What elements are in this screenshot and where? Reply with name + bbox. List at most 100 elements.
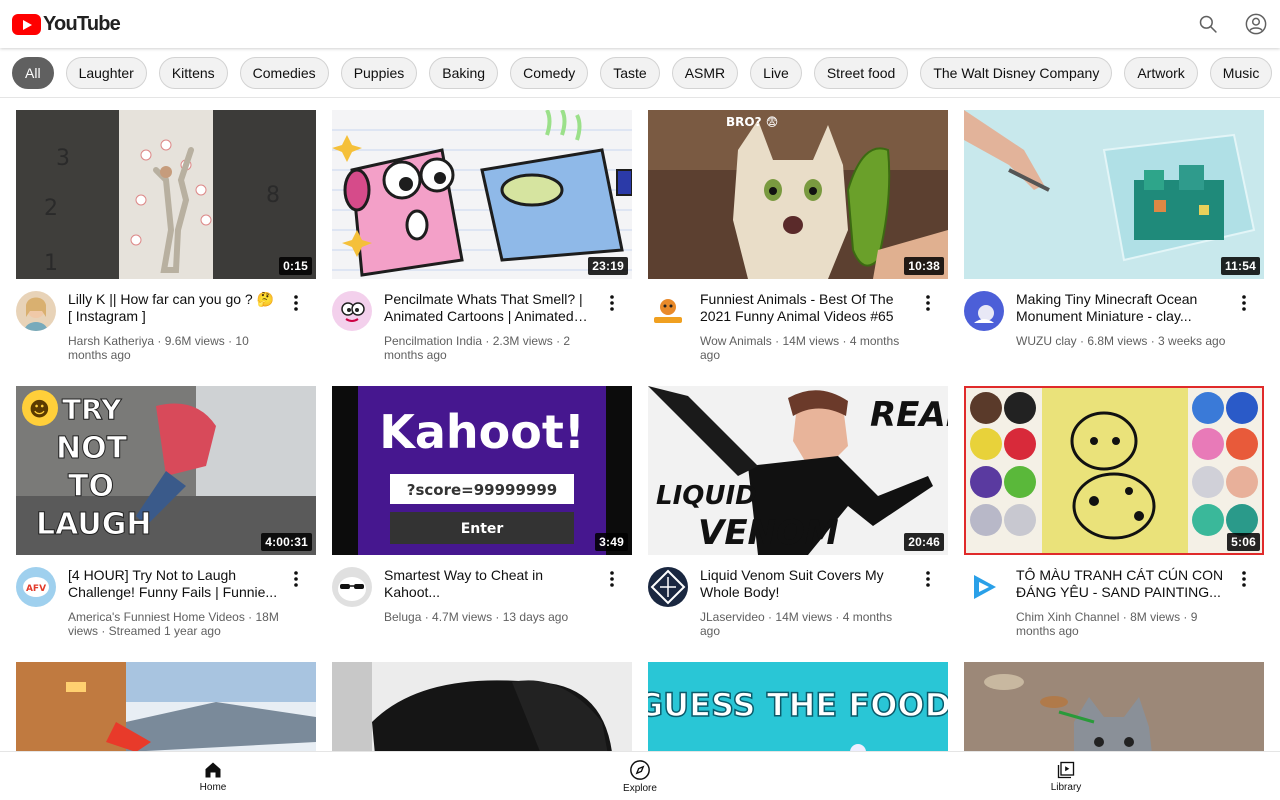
nav-label: Explore xyxy=(623,783,657,794)
video-stats: 6.8M views · 3 weeks ago xyxy=(1087,334,1226,348)
video-card[interactable]: 23:19 Pencilmate Whats That Smell? | Ani… xyxy=(332,110,632,362)
youtube-logo[interactable]: YouTube xyxy=(12,13,121,36)
video-menu-button[interactable] xyxy=(286,291,306,315)
video-thumbnail[interactable]: ☻ TRY NOT TO LAUGH 4:00:31 xyxy=(16,386,316,555)
video-thumbnail[interactable]: 3 2 1 8 0:15 xyxy=(16,110,316,279)
channel-name[interactable]: Chim Xinh Channel xyxy=(1016,610,1119,624)
video-card[interactable]: BRO? 😨 10:38 Funniest Animals - Best Of … xyxy=(648,110,948,362)
video-title[interactable]: Liquid Venom Suit Covers My Whole Body! xyxy=(700,567,912,601)
search-button[interactable] xyxy=(1196,12,1220,36)
video-card[interactable]: REAL LIQUID VENOM 20:46 Liquid Venom Sui… xyxy=(648,386,948,638)
video-title[interactable]: [4 HOUR] Try Not to Laugh Challenge! Fun… xyxy=(68,567,280,601)
channel-name[interactable]: America's Funniest Home Videos xyxy=(68,610,245,624)
thumb-text: LIQUID xyxy=(656,481,757,511)
svg-text:3: 3 xyxy=(56,146,70,171)
channel-avatar[interactable] xyxy=(964,567,1004,607)
video-thumbnail[interactable]: 5:06 xyxy=(964,386,1264,555)
channel-name[interactable]: Pencilmation India xyxy=(384,334,482,348)
video-thumbnail[interactable]: Kahoot! ?score=99999999 Enter 3:49 xyxy=(332,386,632,555)
video-card[interactable]: Kahoot! ?score=99999999 Enter 3:49 Smart… xyxy=(332,386,632,635)
chip-artwork[interactable]: Artwork xyxy=(1124,57,1198,89)
video-title[interactable]: Pencilmate Whats That Smell? | Animated … xyxy=(384,291,596,325)
nav-library[interactable]: Library xyxy=(1006,752,1126,800)
channel-name[interactable]: Beluga xyxy=(384,610,421,624)
video-metadata: Chim Xinh Channel · 8M views · 9 months … xyxy=(1016,610,1198,638)
video-duration: 3:49 xyxy=(595,533,628,551)
channel-avatar[interactable] xyxy=(332,291,372,331)
video-metadata: WUZU clay · 6.8M views · 3 weeks ago xyxy=(1016,334,1226,348)
chip-walt-disney[interactable]: The Walt Disney Company xyxy=(920,57,1113,89)
video-title[interactable]: TÔ MÀU TRANH CÁT CÚN CON ĐÁNG YÊU - SAND… xyxy=(1016,567,1228,601)
video-menu-button[interactable] xyxy=(286,567,306,591)
more-vert-icon xyxy=(1242,571,1246,587)
compass-icon xyxy=(630,760,650,780)
channel-name[interactable]: Wow Animals xyxy=(700,334,772,348)
video-duration: 5:06 xyxy=(1227,533,1260,551)
video-metadata: Harsh Katheriya · 9.6M views · 10 months… xyxy=(68,334,249,362)
video-menu-button[interactable] xyxy=(602,567,622,591)
chip-kittens[interactable]: Kittens xyxy=(158,57,228,89)
chip-live[interactable]: Live xyxy=(750,57,802,89)
channel-name[interactable]: Harsh Katheriya xyxy=(68,334,154,348)
account-button[interactable] xyxy=(1244,12,1268,36)
chip-comedy[interactable]: Comedy xyxy=(510,57,589,89)
chip-taste[interactable]: Taste xyxy=(600,57,660,89)
chip-asmr[interactable]: ASMR xyxy=(671,57,739,89)
video-card[interactable]: 3 2 1 8 0:15 Lilly K || How far can you … xyxy=(16,110,316,362)
video-title[interactable]: Smartest Way to Cheat in Kahoot... xyxy=(384,567,596,601)
channel-name[interactable]: WUZU clay xyxy=(1016,334,1077,348)
chip-comedies[interactable]: Comedies xyxy=(239,57,329,89)
video-thumbnail[interactable]: REAL LIQUID VENOM 20:46 xyxy=(648,386,948,555)
svg-text:☻: ☻ xyxy=(29,397,50,421)
video-menu-button[interactable] xyxy=(602,291,622,315)
video-duration: 10:38 xyxy=(904,257,944,275)
top-app-bar: YouTube xyxy=(0,0,1280,48)
video-menu-button[interactable] xyxy=(1234,291,1254,315)
video-thumbnail[interactable]: BRO? 😨 10:38 xyxy=(648,110,948,279)
video-thumbnail[interactable]: 23:19 xyxy=(332,110,632,279)
more-vert-icon xyxy=(294,295,298,311)
channel-avatar[interactable] xyxy=(332,567,372,607)
nav-label: Library xyxy=(1050,782,1082,793)
video-metadata: Beluga · 4.7M views · 13 days ago xyxy=(384,610,569,624)
channel-name[interactable]: JLaservideo xyxy=(700,610,765,624)
channel-avatar[interactable] xyxy=(648,567,688,607)
more-vert-icon xyxy=(610,571,614,587)
video-duration: 23:19 xyxy=(588,257,628,275)
svg-text:1: 1 xyxy=(44,251,58,276)
video-stats: 4.7M views · 13 days ago xyxy=(432,610,569,624)
video-metadata: Wow Animals · 14M views · 4 months ago xyxy=(700,334,900,362)
channel-avatar[interactable] xyxy=(964,291,1004,331)
nav-explore[interactable]: Explore xyxy=(580,752,700,800)
video-title[interactable]: Lilly K || How far can you go ? 🤔 [ Inst… xyxy=(68,291,280,325)
chip-laughter[interactable]: Laughter xyxy=(65,57,147,89)
chip-street-food[interactable]: Street food xyxy=(813,57,909,89)
thumb-text: Kahoot! xyxy=(379,405,585,459)
chip-all[interactable]: All xyxy=(12,57,54,89)
channel-avatar[interactable] xyxy=(648,291,688,331)
video-title[interactable]: Funniest Animals - Best Of The 2021 Funn… xyxy=(700,291,912,325)
more-vert-icon xyxy=(294,571,298,587)
category-chips-bar: All Laughter Kittens Comedies Puppies Ba… xyxy=(0,48,1280,98)
video-card[interactable]: 5:06 TÔ MÀU TRANH CÁT CÚN CON ĐÁNG YÊU -… xyxy=(964,386,1264,638)
thumb-text: BRO? 😨 xyxy=(726,115,778,129)
video-title[interactable]: Making Tiny Minecraft Ocean Monument Min… xyxy=(1016,291,1228,325)
channel-avatar[interactable]: AFV xyxy=(16,567,56,607)
video-card[interactable]: ☻ TRY NOT TO LAUGH 4:00:31 AFV [4 HOUR] … xyxy=(16,386,316,638)
nav-home[interactable]: Home xyxy=(153,752,273,800)
channel-avatar[interactable] xyxy=(16,291,56,331)
youtube-play-icon xyxy=(12,14,41,35)
chip-music[interactable]: Music xyxy=(1209,57,1273,89)
video-menu-button[interactable] xyxy=(918,291,938,315)
search-icon xyxy=(1199,15,1217,33)
video-metadata: JLaservideo · 14M views · 4 months ago xyxy=(700,610,893,638)
library-icon xyxy=(1057,761,1075,779)
video-menu-button[interactable] xyxy=(918,567,938,591)
video-menu-button[interactable] xyxy=(1234,567,1254,591)
logo-text: YouTube xyxy=(43,13,121,35)
chip-puppies[interactable]: Puppies xyxy=(340,57,418,89)
video-thumbnail[interactable]: 11:54 xyxy=(964,110,1264,279)
chip-baking[interactable]: Baking xyxy=(429,57,499,89)
video-duration: 4:00:31 xyxy=(261,533,312,551)
video-card[interactable]: 11:54 Making Tiny Minecraft Ocean Monume… xyxy=(964,110,1264,359)
